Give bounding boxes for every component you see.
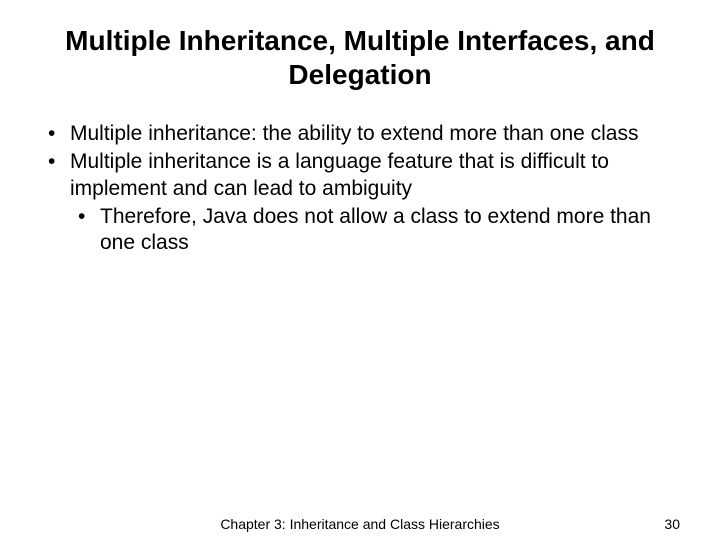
slide-title: Multiple Inheritance, Multiple Interface…	[40, 24, 680, 91]
list-item: Multiple inheritance: the ability to ext…	[40, 121, 680, 147]
bullet-text: Multiple inheritance is a language featu…	[70, 150, 609, 199]
list-item: Multiple inheritance is a language featu…	[40, 149, 680, 256]
slide: Multiple Inheritance, Multiple Interface…	[0, 0, 720, 540]
bullet-text: Therefore, Java does not allow a class t…	[100, 205, 651, 254]
bullet-text: Multiple inheritance: the ability to ext…	[70, 122, 639, 145]
sub-bullet-list: Therefore, Java does not allow a class t…	[70, 204, 680, 257]
footer-chapter: Chapter 3: Inheritance and Class Hierarc…	[0, 516, 720, 532]
footer-page-number: 30	[664, 516, 680, 532]
bullet-list: Multiple inheritance: the ability to ext…	[40, 121, 680, 256]
slide-content: Multiple inheritance: the ability to ext…	[40, 121, 680, 256]
list-item: Therefore, Java does not allow a class t…	[70, 204, 680, 257]
